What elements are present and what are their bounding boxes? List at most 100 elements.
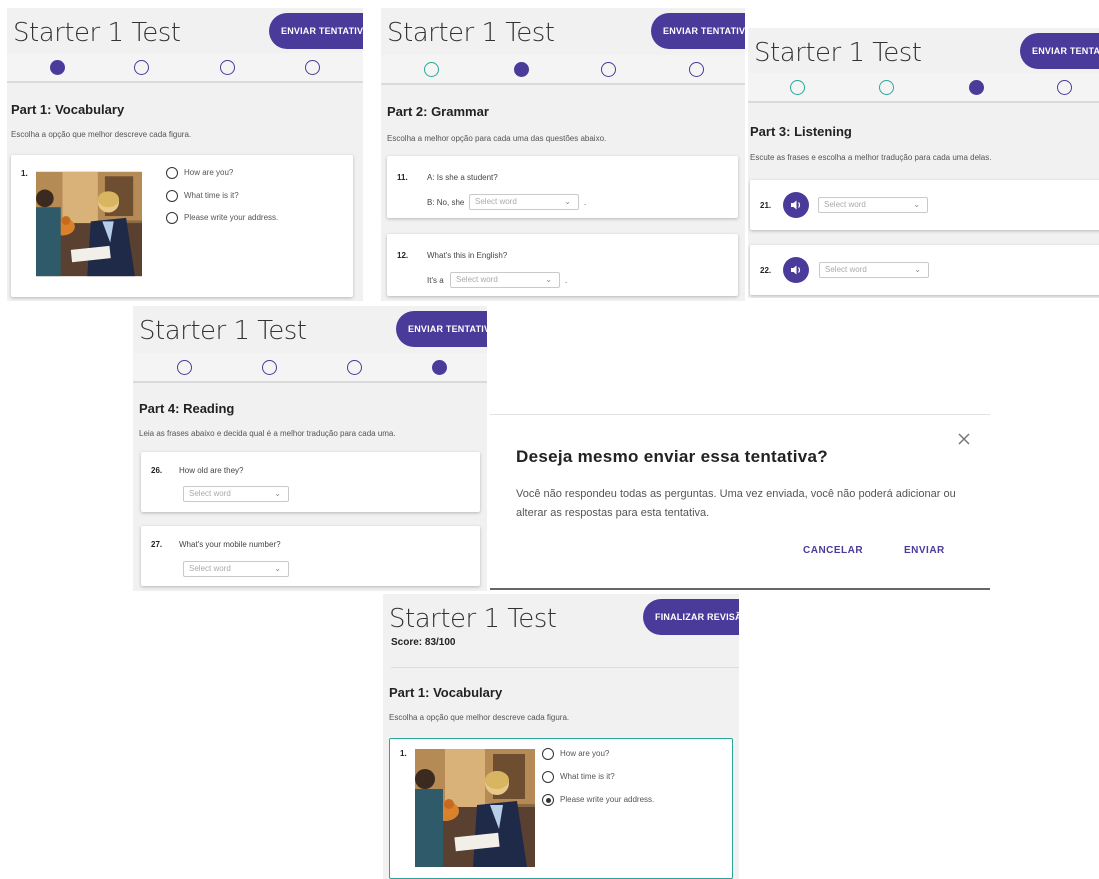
step-part4[interactable] [305,60,320,75]
chevron-down-icon: ⌄ [545,275,552,284]
answer-option[interactable]: What time is it? [542,771,712,783]
chevron-down-icon: ⌄ [274,489,281,498]
step-part3[interactable] [601,62,616,77]
word-select[interactable]: Select word ⌄ [450,272,560,288]
select-placeholder: Select word [825,265,867,274]
question-prompt: What's this in English? [427,251,508,260]
cancel-button[interactable]: CANCELAR [803,545,863,556]
sentence-lead: It's a [427,276,444,285]
question-number: 27. [151,540,163,549]
page-title: Starter 1 Test [387,18,555,48]
step-part1[interactable] [790,80,805,95]
chevron-down-icon: ⌄ [913,200,920,209]
radio-button[interactable] [542,771,554,783]
step-part3[interactable] [347,360,362,375]
word-select[interactable]: Select word ⌄ [183,561,289,577]
step-part1[interactable] [177,360,192,375]
part-instruction: Escolha a melhor opção para cada uma das… [387,134,607,143]
panel-part1: Starter 1 Test ENVIAR TENTATIVA Part 1: … [7,8,363,301]
sentence-tail: . [584,198,587,207]
word-select[interactable]: Select word ⌄ [819,262,929,278]
part-instruction: Escute as frases e escolha a melhor trad… [750,153,992,162]
part-title: Part 1: Vocabulary [11,102,125,117]
part-title: Part 1: Vocabulary [389,685,503,700]
part-stepper [381,55,745,85]
radio-button[interactable] [166,212,178,224]
chevron-down-icon: ⌄ [914,265,921,274]
select-placeholder: Select word [189,489,231,498]
select-placeholder: Select word [824,200,866,209]
page-title: Starter 1 Test [139,316,307,346]
app-header: Starter 1 Test ENVIAR TENTATIVA [133,306,487,358]
page-title: Starter 1 Test [754,38,922,68]
radio-button[interactable] [542,748,554,760]
close-button[interactable] [954,429,974,449]
finish-review-button[interactable]: FINALIZAR REVISÃO [643,599,739,635]
page-title: Starter 1 Test [13,18,181,48]
part-stepper [748,73,1099,103]
part-stepper [133,353,487,383]
submit-attempt-button[interactable]: ENVIAR TENTATIVA [1020,33,1099,69]
send-button[interactable]: ENVIAR [904,545,945,556]
chevron-down-icon: ⌄ [274,564,281,573]
radio-button-selected[interactable] [542,794,554,806]
chevron-down-icon: ⌄ [564,197,571,206]
part-title: Part 3: Listening [750,124,852,139]
panel-part3: Starter 1 Test ENVIAR TENTATIVA Part 3: … [748,28,1099,298]
part-instruction: Escolha a opção que melhor descreve cada… [389,713,570,722]
close-icon [958,433,970,445]
word-select[interactable]: Select word ⌄ [818,197,928,213]
dialog-message: Você não respondeu todas as perguntas. U… [516,488,956,519]
part-instruction: Escolha a opção que melhor descreve cada… [11,130,192,139]
question-card: 22. Select word ⌄ [750,245,1099,295]
question-prompt: How old are they? [179,466,244,475]
submit-attempt-button[interactable]: ENVIAR TENTATIVA [396,311,487,347]
part-title: Part 4: Reading [139,401,235,416]
select-placeholder: Select word [189,564,231,573]
answer-option[interactable]: Please write your address. [166,212,326,224]
step-part4[interactable] [1057,80,1072,95]
question-number: 22. [760,266,772,275]
audio-play-button[interactable] [783,257,809,283]
question-number: 12. [397,251,409,260]
speaker-icon [791,265,801,275]
option-label: Please write your address. [184,213,279,222]
answer-option[interactable]: What time is it? [166,190,326,202]
step-part4[interactable] [689,62,704,77]
question-number: 11. [397,173,408,182]
speaker-icon [791,200,801,210]
answer-option-selected[interactable]: Please write your address. [542,794,712,806]
step-part2[interactable] [879,80,894,95]
step-part1[interactable] [50,60,65,75]
step-part2[interactable] [262,360,277,375]
option-label: How are you? [560,749,610,758]
panel-part2: Starter 1 Test ENVIAR TENTATIVA Part 2: … [381,8,745,301]
step-part1[interactable] [424,62,439,77]
question-card: 12. What's this in English? It's a Selec… [387,234,738,296]
step-part3[interactable] [220,60,235,75]
panel-review: Starter 1 Test FINALIZAR REVISÃO Score: … [383,594,739,879]
word-select[interactable]: Select word ⌄ [183,486,289,502]
answer-option[interactable]: How are you? [542,748,712,760]
word-select[interactable]: Select word ⌄ [469,194,579,210]
score-label: Score: 83/100 [391,637,456,648]
step-part3[interactable] [969,80,984,95]
dialog-title: Deseja mesmo enviar essa tentativa? [516,447,828,466]
radio-button[interactable] [166,190,178,202]
radio-button[interactable] [166,167,178,179]
submit-attempt-button[interactable]: ENVIAR TENTATIVA [269,13,363,49]
sentence-lead: B: No, she [427,198,465,207]
question-prompt: A: Is she a student? [427,173,498,182]
option-label: What time is it? [184,191,239,200]
audio-play-button[interactable] [783,192,809,218]
submit-attempt-button[interactable]: ENVIAR TENTATIVA [651,13,745,49]
step-part2[interactable] [514,62,529,77]
divider [391,667,739,668]
step-part2[interactable] [134,60,149,75]
answer-option[interactable]: How are you? [166,167,326,179]
option-label: Please write your address. [560,795,655,804]
question-card: 11. A: Is she a student? B: No, she Sele… [387,156,738,218]
question-card: 26. How old are they? Select word ⌄ [141,452,480,512]
step-part4[interactable] [432,360,447,375]
question-number: 1. [400,749,407,758]
